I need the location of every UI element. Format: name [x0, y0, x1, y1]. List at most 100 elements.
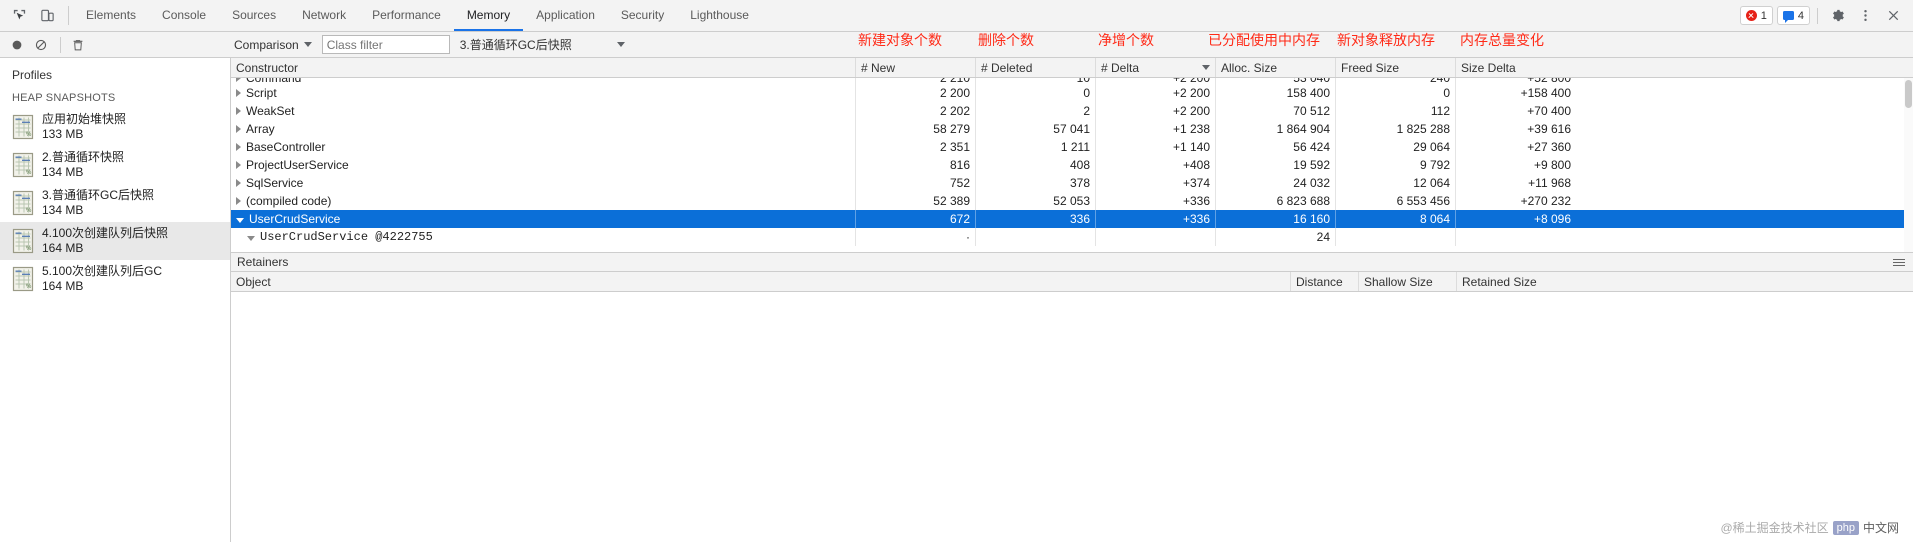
table-row[interactable]: Array 58 279 57 041 +1 238 1 864 904 1 8…: [231, 120, 1913, 138]
cell-deleted: 57 041: [976, 120, 1096, 138]
tab-sources[interactable]: Sources: [219, 0, 289, 31]
table-row-child[interactable]: UserCrudService @4222755 · 24: [231, 228, 1913, 246]
table-row[interactable]: ProjectUserService 816 408 +408 19 592 9…: [231, 156, 1913, 174]
tab-label: Performance: [372, 7, 441, 22]
snapshot-name: 3.普通循环GC后快照: [42, 188, 155, 202]
constructor-name: UserCrudService: [249, 212, 341, 226]
scrollbar-thumb[interactable]: [1905, 80, 1912, 108]
cell-new: 2 351: [856, 138, 976, 156]
expand-triangle-icon[interactable]: [236, 125, 241, 133]
table-row[interactable]: (compiled code) 52 389 52 053 +336 6 823…: [231, 192, 1913, 210]
no-entry-clear-icon[interactable]: [30, 34, 52, 56]
column-header-new[interactable]: # New: [856, 58, 976, 77]
snapshot-size: 133 MB: [42, 127, 84, 141]
cell-delta: +1 238: [1096, 120, 1216, 138]
constructor-name: BaseController: [246, 140, 326, 154]
table-row[interactable]: SqlService 752 378 +374 24 032 12 064 +1…: [231, 174, 1913, 192]
record-circle-icon[interactable]: [6, 34, 28, 56]
device-toolbar-icon[interactable]: [36, 5, 58, 27]
tab-performance[interactable]: Performance: [359, 0, 454, 31]
cell-deleted: 52 053: [976, 192, 1096, 210]
svg-text:%: %: [26, 208, 32, 214]
cell-delta: +2 200: [1096, 102, 1216, 120]
column-header-deleted[interactable]: # Deleted: [976, 58, 1096, 77]
tab-elements[interactable]: Elements: [73, 0, 149, 31]
snapshot-name: 应用初始堆快照: [42, 112, 127, 126]
expand-triangle-icon[interactable]: [236, 78, 241, 82]
tab-label: Memory: [466, 7, 511, 22]
cell-new: 58 279: [856, 120, 976, 138]
column-label: Retained Size: [1462, 274, 1537, 289]
table-row[interactable]: WeakSet 2 202 2 +2 200 70 512 112 +70 40…: [231, 102, 1913, 120]
cell-size-delta: +39 616: [1527, 122, 1571, 136]
sidebar-item-snapshot-5[interactable]: % 5.100次创建队列后GC 164 MB: [0, 260, 230, 298]
expand-triangle-icon[interactable]: [236, 107, 241, 115]
close-icon[interactable]: [1881, 4, 1905, 28]
expand-triangle-icon[interactable]: [236, 179, 241, 187]
cell-new: ·: [856, 228, 976, 246]
column-label: Size Delta: [1461, 60, 1516, 75]
error-icon: [1745, 10, 1757, 21]
expand-triangle-icon[interactable]: [236, 143, 241, 151]
class-filter-input[interactable]: [321, 35, 450, 54]
tab-lighthouse[interactable]: Lighthouse: [677, 0, 762, 31]
expand-triangle-icon[interactable]: [236, 89, 241, 97]
watermark: @稀土掘金技术社区 php 中文网: [1720, 519, 1899, 536]
trash-icon[interactable]: [67, 34, 89, 56]
sidebar-item-snapshot-3[interactable]: % 3.普通循环GC后快照 134 MB: [0, 184, 230, 222]
tabbar-right-controls: 1 4: [1739, 0, 1913, 31]
snapshot-text: 2.普通循环快照 134 MB: [42, 150, 124, 180]
snapshot-icon: %: [12, 152, 34, 178]
constructor-name: Array: [246, 122, 275, 136]
column-label: Constructor: [236, 60, 299, 75]
tab-console[interactable]: Console: [149, 0, 219, 31]
cell-size-delta: +70 400: [1527, 104, 1571, 118]
tab-application[interactable]: Application: [523, 0, 608, 31]
cell-deleted: 408: [976, 156, 1096, 174]
table-row[interactable]: BaseController 2 351 1 211 +1 140 56 424…: [231, 138, 1913, 156]
cell-new: 752: [856, 174, 976, 192]
column-label: Distance: [1296, 274, 1343, 289]
constructor-name: ProjectUserService: [246, 158, 349, 172]
column-header-retained-size[interactable]: Retained Size: [1457, 272, 1557, 291]
table-row[interactable]: Script 2 200 0 +2 200 158 400 0 +158 400: [231, 84, 1913, 102]
grid-vertical-scrollbar[interactable]: [1904, 78, 1913, 252]
sidebar-item-snapshot-4[interactable]: % 4.100次创建队列后快照 164 MB: [0, 222, 230, 260]
tab-label: Network: [302, 7, 347, 22]
kebab-menu-icon[interactable]: [1853, 4, 1877, 28]
column-header-object[interactable]: Object: [231, 272, 1291, 291]
error-count-badge[interactable]: 1: [1739, 6, 1773, 25]
cell-freed-size: 1 825 288: [1336, 120, 1456, 138]
watermark-cn-label: 中文网: [1862, 521, 1899, 535]
sidebar-item-snapshot-2[interactable]: % 2.普通循环快照 134 MB: [0, 146, 230, 184]
tab-network[interactable]: Network: [289, 0, 359, 31]
inspect-element-icon[interactable]: [8, 5, 30, 27]
expand-triangle-icon[interactable]: [236, 161, 241, 169]
column-header-constructor[interactable]: Constructor: [231, 58, 856, 77]
table-row-selected[interactable]: UserCrudService 672 336 +336 16 160 8 06…: [231, 210, 1913, 228]
cell-freed-size: 29 064: [1336, 138, 1456, 156]
column-header-size-delta[interactable]: Size Delta: [1456, 58, 1576, 77]
cell-alloc-size: 6 823 688: [1216, 192, 1336, 210]
collapse-triangle-icon[interactable]: [236, 217, 244, 223]
tab-memory[interactable]: Memory: [453, 0, 524, 31]
column-header-alloc-size[interactable]: Alloc. Size: [1216, 58, 1336, 77]
column-header-delta[interactable]: # Delta: [1096, 58, 1216, 77]
column-header-freed-size[interactable]: Freed Size: [1336, 58, 1456, 77]
tab-security[interactable]: Security: [608, 0, 677, 31]
snapshot-compare-select[interactable]: 3.普通循环GC后快照: [460, 36, 625, 53]
collapse-triangle-icon[interactable]: [247, 235, 255, 241]
expand-triangle-icon[interactable]: [236, 197, 241, 205]
sidebar-item-snapshot-1[interactable]: % 应用初始堆快照 133 MB: [0, 108, 230, 146]
view-mode-select[interactable]: Comparison: [234, 38, 312, 52]
snapshot-icon: %: [12, 190, 34, 216]
column-header-distance[interactable]: Distance: [1291, 272, 1359, 291]
list-menu-icon[interactable]: [1893, 259, 1905, 267]
gear-icon[interactable]: [1825, 4, 1849, 28]
cell-size-delta: +270 232: [1520, 194, 1571, 208]
snapshot-icon: %: [12, 266, 34, 292]
column-header-shallow-size[interactable]: Shallow Size: [1359, 272, 1457, 291]
warning-count-badge[interactable]: 4: [1776, 6, 1810, 25]
cell-deleted: 336: [976, 210, 1096, 228]
tab-label: Application: [536, 7, 595, 22]
